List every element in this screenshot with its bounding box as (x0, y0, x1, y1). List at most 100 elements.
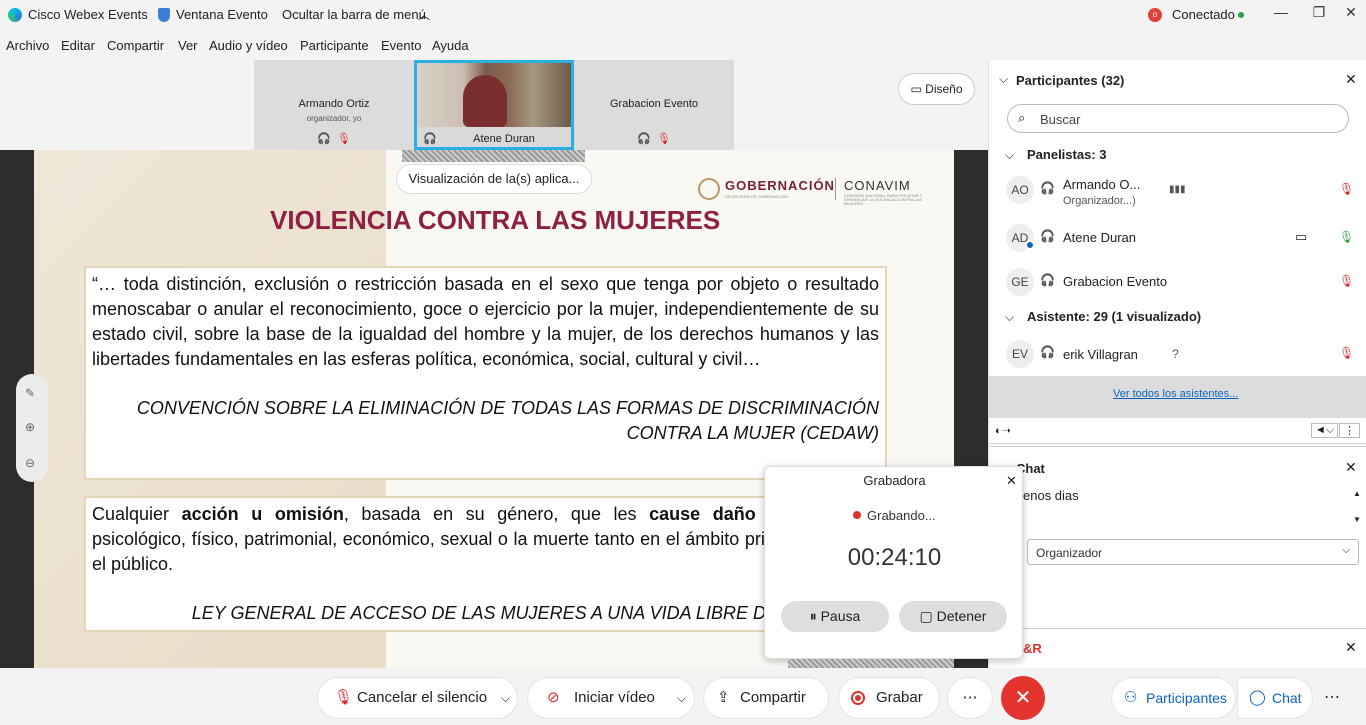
participants-button[interactable]: ⚇ Participantes (1111, 677, 1236, 719)
list-item[interactable]: EV 🎧 erik Villagran ? 🎙 (989, 336, 1366, 376)
record-label: Grabar (876, 689, 923, 706)
close-qa-icon[interactable]: ✕ (1345, 639, 1357, 656)
see-all-attendees-link[interactable]: Ver todos los asistentes... (1113, 388, 1238, 400)
participant-action-bar: ◐➝ ◄⌵ ⋮ (989, 420, 1366, 444)
video-off-icon: ⊘ (547, 689, 560, 706)
chat-message: enos dias (1023, 488, 1079, 503)
record-button[interactable]: Grabar (838, 677, 940, 719)
minimize-button[interactable]: — (1270, 4, 1292, 24)
presenter-badge (1025, 240, 1035, 250)
more-options-button[interactable]: ⋯ (947, 677, 993, 719)
mic-muted-icon[interactable]: 🎙 (1339, 274, 1354, 288)
close-chat-icon[interactable]: ✕ (1345, 459, 1357, 476)
unmute-label: Cancelar el silencio (357, 689, 488, 706)
video-camera-icon[interactable]: ▭ (1295, 229, 1307, 245)
tile-name: Atene Duran (473, 133, 535, 145)
list-item[interactable]: AD 🎧 Atene Duran ▭ 🎙 (989, 220, 1366, 260)
menu-archivo[interactable]: Archivo (6, 38, 49, 53)
share-handle[interactable] (402, 150, 585, 162)
search-input[interactable]: Buscar (1040, 112, 1080, 127)
headset-icon: 🎧 (1040, 229, 1055, 243)
stop-label: Detener (936, 608, 987, 624)
share-label: Compartir (740, 689, 806, 706)
start-video-button[interactable]: ⊘ Iniciar vídeo ⌵ (527, 677, 695, 719)
zoom-out-icon[interactable]: ⊖ (25, 456, 35, 470)
share-button[interactable]: ⇪ Compartir (703, 677, 829, 719)
zoom-in-icon[interactable]: ⊕ (25, 420, 35, 434)
more-panels-icon[interactable]: ⋯ (1324, 687, 1340, 707)
stop-button[interactable]: ▢ Detener (899, 601, 1007, 632)
title-bar: Cisco Webex Events Ventana Evento Oculta… (0, 0, 1366, 30)
mic-muted-icon[interactable]: 🎙 (1339, 182, 1354, 196)
video-tile-armando[interactable]: Armando Ortiz organizador, yo 🎧 🎙 (254, 60, 414, 150)
speaker-icon[interactable]: ◄⌵ (1311, 423, 1339, 438)
stop-icon: ▢ (919, 608, 933, 624)
participant-name: erik Villagran (1063, 347, 1138, 362)
person-icon: ⚇ (1124, 689, 1138, 706)
participants-header: Participantes (32) (1016, 73, 1125, 88)
tile-role: organizador, yo (306, 114, 362, 123)
raise-hand-icon[interactable]: ◐➝ (995, 424, 1011, 437)
scroll-down-icon[interactable]: ▼ (1353, 515, 1361, 524)
close-window-button[interactable]: ✕ (1340, 4, 1362, 24)
menu-compartir[interactable]: Compartir (107, 38, 164, 53)
more-icon[interactable]: ⋮ (1339, 423, 1360, 438)
pause-button[interactable]: ⏸ Pausa (781, 601, 889, 632)
more-icon: ⋯ (962, 689, 978, 706)
search-box[interactable]: ⌕ Buscar (1007, 104, 1349, 133)
list-item[interactable]: GE 🎧 Grabacion Evento 🎙 (989, 264, 1366, 304)
end-meeting-button[interactable]: ✕ (1001, 676, 1045, 720)
right-panel: ⌵ Participantes (32) ✕ ⌕ Buscar ⌵ Paneli… (988, 60, 1366, 668)
shield-icon (158, 8, 170, 22)
share-handle-bottom (788, 659, 954, 668)
maximize-button[interactable]: ❐ (1308, 4, 1330, 24)
menu-ver[interactable]: Ver (178, 38, 198, 53)
menu-evento[interactable]: Evento (381, 38, 421, 53)
unmute-button[interactable]: 🎙 Cancelar el silencio ⌵ (317, 677, 518, 719)
hide-menu-button[interactable]: Ocultar la barra de menú (282, 7, 426, 22)
chevron-down-icon[interactable]: ⌵ (501, 678, 510, 718)
webex-logo-icon (8, 8, 22, 22)
video-tile-atene[interactable]: Atene Duran 🎧 (414, 60, 574, 150)
pen-icon[interactable]: ✎ (25, 386, 35, 400)
chat-button[interactable]: ◯ Chat (1237, 677, 1313, 719)
mic-muted-icon[interactable]: 🎙 (1339, 346, 1354, 360)
participant-name: Armando O... (1063, 177, 1141, 192)
person-silhouette (463, 75, 507, 127)
menu-participante[interactable]: Participante (300, 38, 369, 53)
video-tile-grabacion[interactable]: Grabacion Evento 🎧 🎙 (574, 60, 734, 150)
chevron-down-icon[interactable]: ⌵ (677, 678, 686, 718)
tile-audio-icons: 🎧 🎙 (317, 133, 351, 145)
mic-active-icon[interactable]: 🎙 (1339, 230, 1354, 244)
chevron-down-icon[interactable]: ⌵ (999, 72, 1008, 87)
brand-gobernacion-sub: SECRETARÍA DE GOBERNACIÓN (725, 194, 788, 199)
avatar: GE (1006, 268, 1034, 296)
sharing-app-pill[interactable]: Visualización de la(s) aplica... (396, 164, 592, 194)
chat-recipient-select[interactable]: Organizador ⌵ (1027, 539, 1359, 565)
close-recorder-icon[interactable]: ✕ (1006, 473, 1017, 489)
scroll-up-icon[interactable]: ▲ (1353, 489, 1361, 498)
menu-audio-video[interactable]: Audio y vídeo (209, 38, 288, 53)
window-label[interactable]: Ventana Evento (176, 7, 268, 22)
chevron-up-icon[interactable]: ︿ (418, 6, 430, 23)
recorder-title: Grabadora (863, 473, 926, 488)
attendees-label: Asistente: 29 (1 visualizado) (1027, 309, 1202, 324)
tile-name: Grabacion Evento (609, 98, 699, 110)
chevron-down-icon[interactable]: ⌵ (1005, 310, 1014, 325)
layout-button[interactable]: ▭ Diseño (898, 73, 975, 105)
recording-dot (853, 511, 861, 519)
list-item[interactable]: AO 🎧 Armando O... Organizador...) ▮▮▮ 🎙 (989, 172, 1366, 212)
start-video-label: Iniciar vídeo (574, 689, 655, 706)
menu-ayuda[interactable]: Ayuda (432, 38, 469, 53)
quote2-part: , basada en su género, que les (343, 504, 650, 524)
qa-header: &R (1023, 641, 1042, 656)
status-dot (1238, 12, 1244, 18)
menu-editar[interactable]: Editar (61, 38, 95, 53)
headset-icon: 🎧 (423, 133, 437, 145)
recipient-value: Organizador (1036, 546, 1103, 560)
chevron-down-icon[interactable]: ⌵ (1005, 148, 1014, 163)
participant-role: Organizador...) (1063, 195, 1136, 207)
close-participants-icon[interactable]: ✕ (1345, 71, 1357, 88)
quote-text-1: “… toda distinción, exclusión o restricc… (92, 274, 879, 369)
recording-timer: 00:24:10 (847, 544, 942, 571)
